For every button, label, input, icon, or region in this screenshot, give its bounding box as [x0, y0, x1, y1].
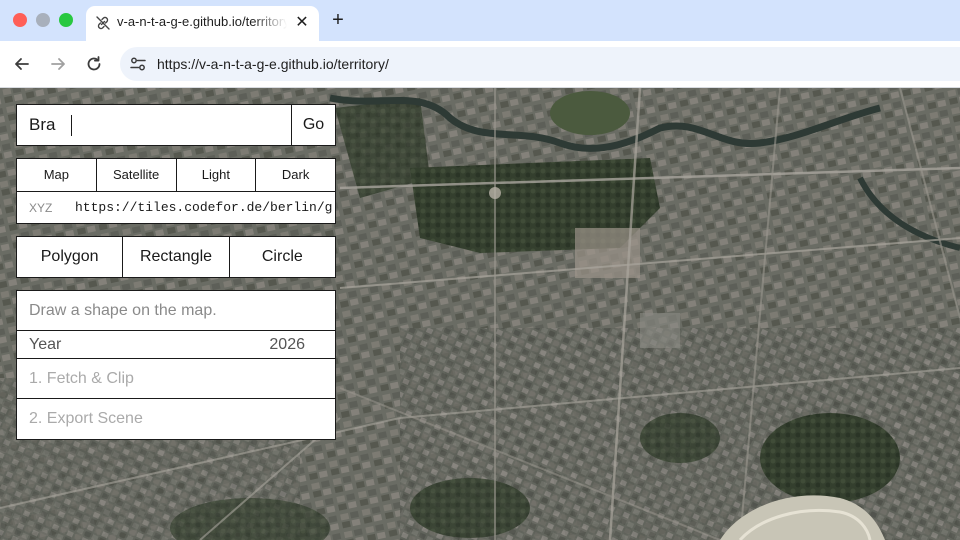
address-bar[interactable]: https://v-a-n-t-a-g-e.github.io/territor… [120, 47, 960, 81]
browser-tab[interactable]: v-a-n-t-a-g-e.github.io/territory/ ✕ [86, 6, 319, 41]
tab-bar: v-a-n-t-a-g-e.github.io/territory/ ✕ + [0, 0, 960, 41]
layer-tab-satellite[interactable]: Satellite [97, 159, 177, 191]
go-button[interactable]: Go [291, 105, 335, 145]
polygon-button[interactable]: Polygon [17, 237, 124, 277]
maximize-window-button[interactable] [59, 13, 73, 27]
browser-toolbar: https://v-a-n-t-a-g-e.github.io/territor… [0, 41, 960, 88]
export-scene-button[interactable]: 2. Export Scene [17, 399, 335, 439]
tab-title: v-a-n-t-a-g-e.github.io/territory/ [117, 14, 287, 29]
minimize-window-button[interactable] [36, 13, 50, 27]
year-value[interactable]: 2026 [269, 331, 305, 358]
layer-tab-dark[interactable]: Dark [256, 159, 335, 191]
layer-tabs: Map Satellite Light Dark [17, 159, 335, 192]
shape-tools: Polygon Rectangle Circle [16, 236, 336, 278]
xyz-label: XYZ [29, 201, 53, 215]
action-panel: Draw a shape on the map. Year 2026 1. Fe… [16, 290, 336, 440]
layer-tab-map[interactable]: Map [17, 159, 97, 191]
link-icon [96, 16, 110, 30]
new-tab-icon[interactable]: + [328, 9, 348, 31]
text-caret [71, 115, 72, 136]
back-arrow-icon[interactable] [11, 53, 33, 75]
reload-icon[interactable] [83, 53, 105, 75]
search-input[interactable] [17, 105, 291, 145]
circle-button[interactable]: Circle [230, 237, 335, 277]
forward-arrow-icon[interactable] [47, 53, 69, 75]
xyz-url-input[interactable]: https://tiles.codefor.de/berlin/geo [75, 200, 333, 215]
year-label: Year [29, 336, 62, 353]
rectangle-button[interactable]: Rectangle [123, 237, 230, 277]
location-search: Go [16, 104, 336, 146]
layer-selector: Map Satellite Light Dark XYZ https://til… [16, 158, 336, 224]
fetch-clip-button[interactable]: 1. Fetch & Clip [17, 359, 335, 399]
close-window-button[interactable] [13, 13, 27, 27]
url-text: https://v-a-n-t-a-g-e.github.io/territor… [157, 56, 389, 72]
close-tab-icon[interactable]: ✕ [292, 13, 312, 33]
site-settings-icon[interactable] [128, 54, 148, 74]
draw-hint: Draw a shape on the map. [17, 291, 335, 331]
year-field[interactable]: Year 2026 [17, 331, 335, 359]
layer-tab-light[interactable]: Light [177, 159, 257, 191]
